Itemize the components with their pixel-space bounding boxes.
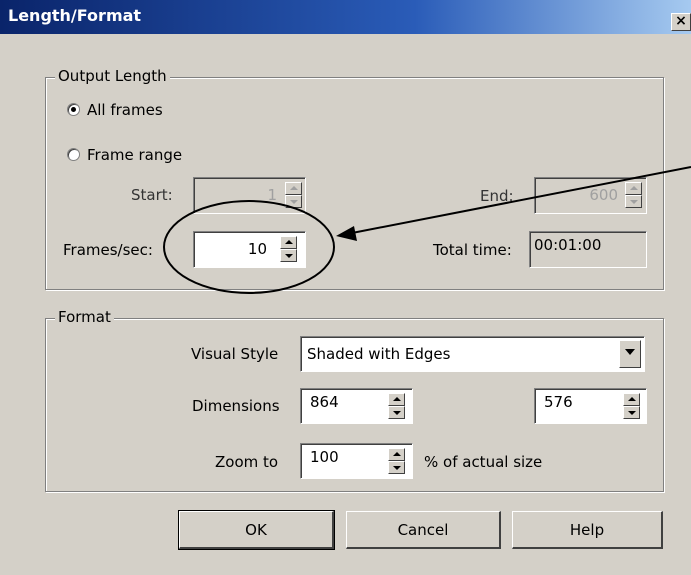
- annotation-arrow-shaft: [351, 166, 691, 234]
- highlight-ellipse: [163, 200, 335, 294]
- length-format-dialog: Length/Format × Output Length All frames…: [0, 0, 691, 575]
- arrow-head-icon: [336, 226, 357, 241]
- annotation-overlay: [163, 166, 691, 294]
